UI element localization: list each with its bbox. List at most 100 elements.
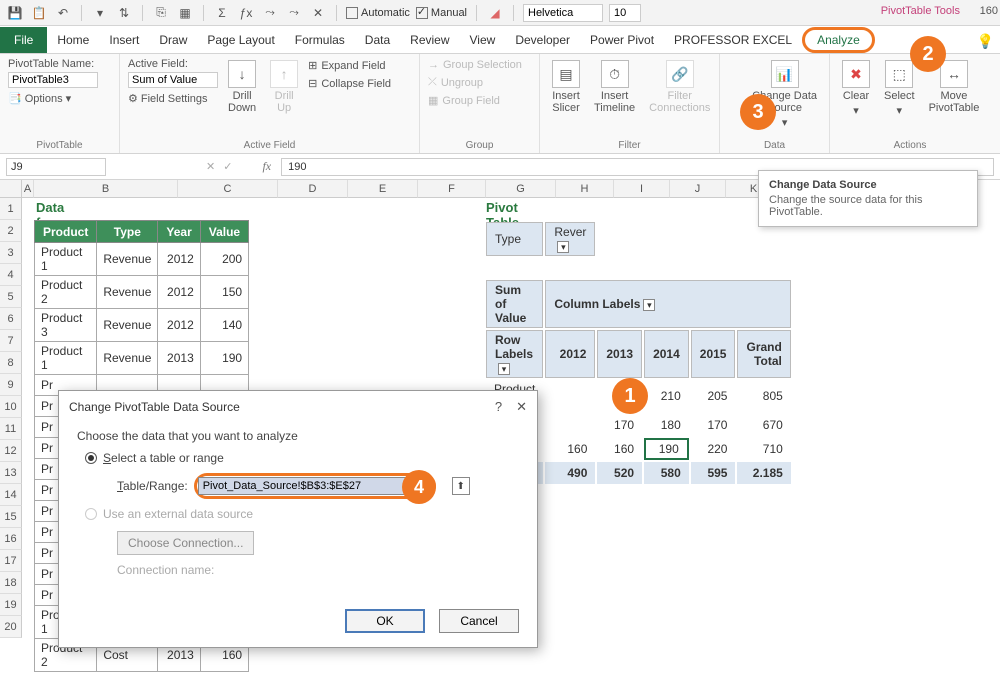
- font-size-select[interactable]: [609, 4, 641, 22]
- insert-slicer-button[interactable]: ▤Insert Slicer: [548, 58, 584, 116]
- ok-button[interactable]: OK: [345, 609, 425, 633]
- drill-down-button[interactable]: ↓Drill Down: [224, 58, 260, 116]
- row-header[interactable]: 18: [0, 572, 22, 594]
- field-settings-button[interactable]: ⚙ Field Settings: [128, 92, 218, 105]
- column-header[interactable]: E: [348, 180, 418, 198]
- manual-checkbox[interactable]: Manual: [416, 7, 467, 19]
- expand-field-button[interactable]: ⊞ Expand Field: [308, 58, 391, 73]
- tab-insert[interactable]: Insert: [99, 27, 149, 53]
- column-header[interactable]: A: [22, 180, 34, 198]
- autosum-icon[interactable]: Σ: [213, 4, 231, 22]
- row-header[interactable]: 14: [0, 484, 22, 506]
- enter-formula-icon[interactable]: ✓: [223, 160, 232, 173]
- callout-2: 2: [910, 36, 946, 72]
- options-button[interactable]: 📑 Options ▾: [8, 92, 71, 105]
- column-header[interactable]: I: [614, 180, 670, 198]
- external-source-radio: Use an external data source: [85, 507, 519, 521]
- drill-up-button[interactable]: ↑Drill Up: [266, 58, 302, 116]
- row-header[interactable]: 5: [0, 286, 22, 308]
- help-icon[interactable]: ?: [495, 399, 502, 415]
- row-header[interactable]: 11: [0, 418, 22, 440]
- remove-arrows-icon[interactable]: ✕: [309, 4, 327, 22]
- format-icon[interactable]: ▦: [176, 4, 194, 22]
- pivot-filter-type-label: Type: [486, 222, 543, 256]
- quick-access-toolbar: 💾 📋 ↶ ▾ ⇅ ⎘ ▦ Σ ƒx ⤳ ⤳ ✕ Automatic Manua…: [0, 0, 1000, 26]
- row-header[interactable]: 2: [0, 220, 22, 242]
- column-header[interactable]: D: [278, 180, 348, 198]
- tab-data[interactable]: Data: [355, 27, 400, 53]
- name-box[interactable]: J9: [6, 158, 106, 176]
- change-data-source-tooltip: Change Data Source Change the source dat…: [758, 170, 978, 227]
- collapse-field-button[interactable]: ⊟ Collapse Field: [308, 76, 391, 91]
- row-header[interactable]: 17: [0, 550, 22, 572]
- filter-icon[interactable]: ▾: [91, 4, 109, 22]
- row-header[interactable]: 13: [0, 462, 22, 484]
- zoom-value: 160: [980, 5, 998, 17]
- ungroup-button[interactable]: ⤫ Ungroup: [428, 75, 483, 90]
- cancel-button[interactable]: Cancel: [439, 609, 519, 633]
- paste-icon[interactable]: 📋: [30, 4, 48, 22]
- trace2-icon[interactable]: ⤳: [285, 4, 303, 22]
- tab-draw[interactable]: Draw: [149, 27, 197, 53]
- select-button[interactable]: ⬚Select ▾: [880, 58, 919, 119]
- insert-timeline-button[interactable]: ⏱Insert Timeline: [590, 58, 639, 116]
- group-field-button[interactable]: ▦ Group Field: [428, 93, 500, 108]
- select-all-corner[interactable]: [0, 180, 22, 198]
- row-header[interactable]: 10: [0, 396, 22, 418]
- tab-formulas[interactable]: Formulas: [285, 27, 355, 53]
- tab-file[interactable]: File: [0, 27, 47, 53]
- fx-icon[interactable]: ƒx: [237, 4, 255, 22]
- tab-professor-excel[interactable]: PROFESSOR EXCEL: [664, 27, 802, 53]
- active-field-input[interactable]: [128, 72, 218, 88]
- column-header[interactable]: J: [670, 180, 726, 198]
- group-selection-button[interactable]: → Group Selection: [428, 58, 522, 72]
- row-header[interactable]: 15: [0, 506, 22, 528]
- row-header[interactable]: 4: [0, 264, 22, 286]
- cancel-formula-icon[interactable]: ✕: [206, 160, 215, 173]
- clear-button[interactable]: ✖Clear ▾: [838, 58, 874, 119]
- filter-connections-button[interactable]: 🔗Filter Connections: [645, 58, 714, 116]
- pivottable-name-input[interactable]: [8, 72, 98, 88]
- undo-icon[interactable]: ↶: [54, 4, 72, 22]
- select-range-radio[interactable]: SSelect a table or rangeelect a table or…: [85, 451, 519, 465]
- column-header[interactable]: B: [34, 180, 178, 198]
- column-header[interactable]: G: [486, 180, 556, 198]
- callout-1: 1: [612, 378, 648, 414]
- sort-icon[interactable]: ⇅: [115, 4, 133, 22]
- tab-power-pivot[interactable]: Power Pivot: [580, 27, 664, 53]
- row-header[interactable]: 20: [0, 616, 22, 638]
- row-header[interactable]: 1: [0, 198, 22, 220]
- tab-view[interactable]: View: [460, 27, 506, 53]
- tab-developer[interactable]: Developer: [505, 27, 580, 53]
- column-header[interactable]: F: [418, 180, 486, 198]
- row-header[interactable]: 3: [0, 242, 22, 264]
- column-header[interactable]: C: [178, 180, 278, 198]
- row-header[interactable]: 8: [0, 352, 22, 374]
- pivot-filter-type-value[interactable]: Rever▾: [545, 222, 595, 256]
- fx-label[interactable]: fx: [262, 159, 271, 174]
- automatic-checkbox[interactable]: Automatic: [346, 7, 410, 19]
- row-header[interactable]: 6: [0, 308, 22, 330]
- filter-dropdown-icon[interactable]: ▾: [557, 241, 569, 253]
- range-picker-icon[interactable]: ⬆: [452, 477, 470, 495]
- row-header[interactable]: 7: [0, 330, 22, 352]
- tab-home[interactable]: Home: [47, 27, 99, 53]
- tell-me-icon[interactable]: 💡: [977, 33, 994, 50]
- row-header[interactable]: 12: [0, 440, 22, 462]
- column-header[interactable]: H: [556, 180, 614, 198]
- dialog-prompt: Choose the data that you want to analyze: [77, 429, 519, 443]
- dialog-title: Change PivotTable Data Source: [69, 400, 240, 414]
- tab-review[interactable]: Review: [400, 27, 459, 53]
- font-name-select[interactable]: [523, 4, 603, 22]
- tab-analyze[interactable]: Analyze: [802, 27, 875, 53]
- trace-icon[interactable]: ⤳: [261, 4, 279, 22]
- eraser-icon[interactable]: ◢: [486, 4, 504, 22]
- save-icon[interactable]: 💾: [6, 4, 24, 22]
- row-header[interactable]: 16: [0, 528, 22, 550]
- row-header[interactable]: 19: [0, 594, 22, 616]
- tab-page-layout[interactable]: Page Layout: [197, 27, 284, 53]
- table-range-input[interactable]: [198, 477, 432, 495]
- ribbon-tabs: File Home Insert Draw Page Layout Formul…: [0, 26, 1000, 54]
- close-icon[interactable]: ✕: [516, 399, 527, 415]
- row-header[interactable]: 9: [0, 374, 22, 396]
